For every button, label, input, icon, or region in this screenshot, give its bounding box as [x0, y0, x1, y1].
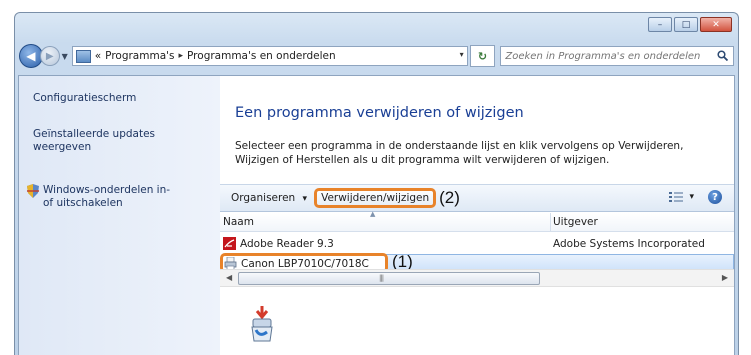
scroll-left-arrow[interactable]: ◀ [226, 273, 232, 282]
organize-dropdown-icon: ▾ [302, 194, 308, 204]
page-description: Selecteer een programma in de onderstaan… [235, 140, 684, 166]
sidebar-item-windows-features[interactable]: Windows-onderdelen in- of uitschakelen [43, 184, 183, 210]
organize-button[interactable]: Organiseren ▾ [226, 189, 312, 207]
shield-icon [27, 184, 39, 198]
control-panel-icon [75, 49, 91, 63]
program-publisher: Adobe Systems Incorporated [553, 238, 705, 250]
breadcrumb-separator[interactable]: ▸ [179, 51, 184, 61]
column-header-publisher[interactable]: Uitgever [553, 216, 598, 228]
help-icon[interactable]: ? [708, 190, 722, 204]
views-icon [669, 192, 684, 202]
forward-button[interactable]: ▶ [39, 46, 60, 66]
recent-pages-dropdown[interactable]: ▼ [62, 52, 68, 61]
explorer-window: – □ ✕ ◀ ▶ ▼ « Programma's ▸ Programma's … [14, 12, 739, 355]
search-icon[interactable] [717, 50, 728, 61]
horizontal-scrollbar[interactable]: ◀ ||| ▶ [220, 269, 734, 287]
sidebar-item-installed-updates[interactable]: Geïnstalleerde updates weergeven [33, 128, 163, 154]
refresh-button[interactable]: ↻ [469, 45, 496, 67]
maximize-button[interactable]: □ [674, 17, 698, 32]
breadcrumb-item-programs-features[interactable]: Programma's en onderdelen [187, 50, 336, 62]
column-divider[interactable] [550, 213, 551, 231]
search-input[interactable] [505, 50, 706, 62]
address-bar[interactable]: « Programma's ▸ Programma's en onderdele… [71, 46, 468, 66]
page-title: Een programma verwijderen of wijzigen [235, 105, 524, 121]
sort-indicator-icon: ▲ [370, 210, 376, 218]
uninstall-change-button[interactable]: Verwijderen/wijzigen [314, 188, 437, 208]
minimize-button[interactable]: – [648, 17, 672, 32]
column-header-name[interactable]: Naam [223, 216, 254, 228]
close-button[interactable]: ✕ [700, 17, 732, 32]
breadcrumb-overflow[interactable]: « [95, 50, 101, 62]
organize-label: Organiseren [231, 192, 296, 204]
address-dropdown-arrow[interactable]: ▾ [460, 50, 464, 59]
command-bar: Organiseren ▾ Verwijderen/wijzigen (2) ▾ [220, 184, 734, 212]
toolbar-right: ▾ ? [669, 190, 722, 204]
search-box[interactable] [500, 46, 734, 66]
task-pane: Configuratiescherm Geïnstalleerde update… [19, 76, 220, 355]
adobe-reader-icon [223, 237, 236, 250]
callout-step-2: (2) [439, 188, 460, 207]
navigation-bar: ◀ ▶ ▼ « Programma's ▸ Programma's en ond… [19, 43, 734, 69]
uninstall-program-icon [251, 306, 273, 342]
scroll-grip: ||| [379, 274, 384, 282]
breadcrumb-item-programs[interactable]: Programma's [105, 50, 174, 62]
scroll-right-arrow[interactable]: ▶ [722, 273, 728, 282]
scroll-thumb[interactable]: ||| [238, 272, 540, 285]
window-controls: – □ ✕ [648, 17, 732, 32]
sidebar-item-control-panel[interactable]: Configuratiescherm [33, 92, 203, 105]
views-dropdown-icon: ▾ [689, 192, 694, 202]
change-view-button[interactable]: ▾ [669, 191, 694, 203]
main-pane: Een programma verwijderen of wijzigen Se… [220, 76, 734, 355]
table-row[interactable]: Adobe Reader 9.3 Adobe Systems Incorpora… [220, 235, 734, 253]
content-area: Configuratiescherm Geïnstalleerde update… [18, 75, 735, 355]
column-header-row: ▲ Naam Uitgever [220, 210, 734, 232]
program-name: Adobe Reader 9.3 [240, 238, 334, 250]
